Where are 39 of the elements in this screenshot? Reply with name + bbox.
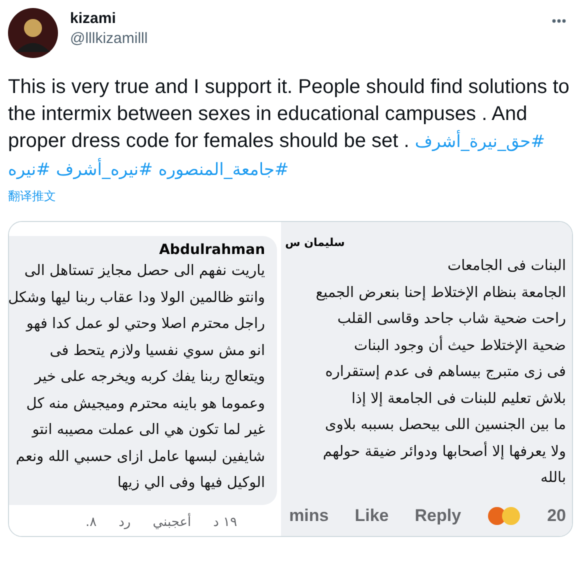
comment-action: mins <box>289 506 329 526</box>
comment-line: ولا يعرفها إلا أصحابها ودوائر ضيقة حولهم <box>322 440 566 462</box>
comment-line: بلاش تعليم للبنات فى الجامعة إلا إذا <box>350 390 566 408</box>
more-icon[interactable] <box>551 18 567 24</box>
comment-line: بالله <box>540 469 566 488</box>
comment-line: ويتعالج ربنا يفك كربه ويخرجه على خير <box>33 368 266 387</box>
comment-line: انو مش سوي نفسيا ولازم يتحط فى <box>48 342 266 360</box>
hashtag-link[interactable]: #نيره_أشرف <box>56 160 153 180</box>
comment-line: البنات فى الجامعات <box>446 257 566 276</box>
author-handle[interactable]: @lllkizamilll <box>70 30 148 47</box>
comment-action: ١٩ د <box>213 514 238 530</box>
comment-author: سليمان س <box>285 236 345 249</box>
comment-action: Like <box>354 506 389 526</box>
comment-line: راجل محترم اصلا وحتي لو عمل كدا فهو <box>24 315 266 334</box>
comment-action: أعجبني <box>152 514 192 530</box>
comment-line: ضحية الإختلاط حيث أن وجود البنات <box>353 334 566 356</box>
translate-link[interactable]: 翻译推文 <box>8 188 577 205</box>
comment-action: ٨. <box>86 514 97 530</box>
hashtag-link[interactable]: #جامعة_المنصوره <box>158 160 289 180</box>
comment-line: الوكيل فيها وفى الي زيها <box>116 474 266 493</box>
comment-author: Abdulrahman <box>159 242 266 258</box>
comment-action: 20 <box>547 506 566 526</box>
reactions-icon <box>487 506 522 526</box>
author-name[interactable]: kizami <box>70 10 148 27</box>
comment-line: وانتو ظالمين الولا ودا عقاب ربنا ليها وشكل <box>9 288 266 308</box>
hashtag-link[interactable]: #نيره <box>8 160 50 180</box>
comment-line: راحت ضحية شاب جاحد وقاسى القلب <box>336 310 566 329</box>
avatar[interactable] <box>8 8 58 58</box>
comment-action: Reply <box>414 506 462 526</box>
hashtag-link[interactable]: #حق_نيرة_أشرف <box>414 132 545 152</box>
comment-line: ياريت نفهم الى حصل مجايز تستاهل الى <box>23 262 266 281</box>
comment-line: شايفين لبسها عامل ازاى حسبي الله ونعم <box>14 448 266 466</box>
attached-image[interactable] <box>8 221 573 537</box>
comment-line: ما بين الجنسين اللى بيحصل بسببه بلاوى <box>324 416 566 435</box>
comment-line: غير لما تكون هي الى عملت مصيبه انتو <box>30 421 266 440</box>
comment-line: الجامعة بنظام الإختلاط إحنا بنعرض الجميع <box>314 284 566 302</box>
comment-line: وعموما هو باينه محترم وميجيش منه كل <box>25 394 266 414</box>
comment-line: فى زى متبرج بيساهم فى عدم إستقراره <box>324 363 566 382</box>
comment-action: رد <box>118 514 131 530</box>
